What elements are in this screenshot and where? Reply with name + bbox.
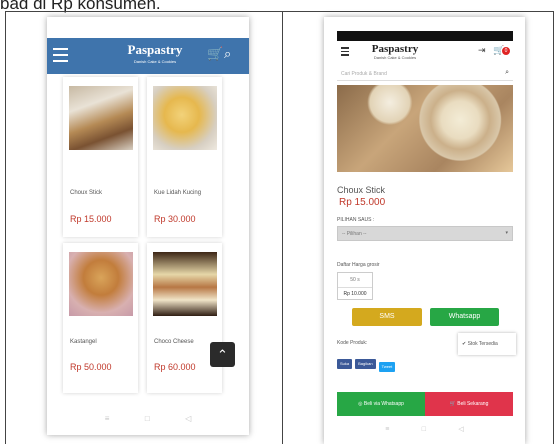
option-select-value: -- Pilihan -- (342, 231, 367, 237)
brand-logo[interactable]: Paspastry Danish Cake & Cookies (125, 42, 185, 64)
brand-name: Paspastry (371, 43, 419, 55)
hamburger-icon[interactable] (341, 47, 349, 58)
product-image[interactable] (153, 252, 217, 316)
option-select[interactable]: -- Pilihan -- ▾ (337, 226, 513, 241)
product-card[interactable]: Choco Cheese Rp 60.000 (147, 243, 222, 393)
wholesale-price-box: 50 s Rp 10.000 (337, 272, 373, 300)
whatsapp-button[interactable]: Whatsapp (430, 308, 499, 326)
scroll-to-top-button[interactable]: ⌃ (210, 342, 235, 367)
buy-via-whatsapp-label: Beli via Whatsapp (363, 401, 404, 407)
brand-tagline: Danish Cake & Cookies (133, 59, 177, 64)
brand-tagline: Danish Cake & Cookies (373, 55, 417, 60)
back-nav-icon[interactable]: ◁ (458, 425, 463, 433)
wholesale-price: Rp 10.000 (338, 287, 372, 297)
product-image[interactable] (69, 86, 133, 150)
menu-nav-icon[interactable]: ≡ (385, 426, 389, 433)
hamburger-icon[interactable] (53, 48, 68, 66)
buy-action-bar: ◎ Beli via Whatsapp 🛒 Beli Sekarang (337, 392, 513, 416)
search-bar[interactable]: Cari Produk & Brand ⌕ (337, 68, 513, 81)
menu-nav-icon[interactable]: ≡ (105, 414, 110, 423)
product-name[interactable]: Kue Lidah Kucing (154, 190, 201, 196)
chevron-down-icon: ▾ (505, 230, 508, 236)
home-nav-icon[interactable]: □ (145, 414, 150, 423)
buy-now-label: Beli Sekarang (457, 401, 489, 407)
product-price: Rp 15.000 (70, 214, 112, 224)
product-card[interactable]: Choux Stick Rp 15.000 (63, 77, 138, 237)
back-nav-icon[interactable]: ◁ (185, 414, 191, 423)
product-price: Rp 50.000 (70, 362, 112, 372)
search-icon[interactable]: ⌕ (224, 46, 231, 62)
android-nav-bar: ≡ □ ◁ (47, 402, 249, 435)
facebook-like-button[interactable]: Suka (337, 359, 353, 369)
product-list-screen: Paspastry Danish Cake & Cookies 🛒 ⌕ Chou… (47, 17, 249, 435)
product-detail-screen: Paspastry Danish Cake & Cookies ⇥ 🛒 0 Ca… (324, 17, 525, 444)
login-icon[interactable]: ⇥ (478, 45, 486, 56)
cart-count-badge: 0 (502, 47, 510, 55)
buy-via-whatsapp-button[interactable]: ◎ Beli via Whatsapp (337, 392, 425, 416)
check-icon: ✔ (462, 341, 467, 347)
option-label: PILIHAN SAUS : (337, 217, 375, 223)
product-code-label: Kode Produk: (337, 340, 368, 346)
search-input[interactable]: Cari Produk & Brand (341, 71, 387, 77)
product-image[interactable] (69, 252, 133, 316)
product-price: Rp 30.000 (154, 214, 196, 224)
product-name[interactable]: Choux Stick (70, 190, 102, 196)
app-header: Paspastry Danish Cake & Cookies 🛒 ⌕ (47, 38, 249, 74)
search-icon[interactable]: ⌕ (505, 69, 509, 77)
stock-status: ✔ Stok Tersedia (458, 333, 516, 355)
home-nav-icon[interactable]: □ (422, 426, 426, 433)
stock-status-text: Stok Tersedia (467, 341, 498, 347)
brand-logo[interactable]: Paspastry Danish Cake & Cookies (365, 43, 425, 60)
product-price: Rp 60.000 (154, 362, 196, 372)
status-bar (337, 31, 513, 41)
product-card[interactable]: Kastangel Rp 50.000 (63, 243, 138, 393)
android-nav-bar: ≡ □ ◁ (324, 419, 525, 439)
cart-icon[interactable]: 🛒 (207, 46, 223, 62)
sms-button[interactable]: SMS (352, 308, 422, 326)
facebook-share-button[interactable]: Bagikan (355, 359, 376, 369)
app-header: Paspastry Danish Cake & Cookies ⇥ 🛒 0 (337, 41, 513, 63)
product-image[interactable] (153, 86, 217, 150)
product-title: Choux Stick (337, 185, 386, 195)
product-image[interactable] (337, 85, 513, 172)
product-price: Rp 15.000 (339, 197, 386, 208)
tweet-button[interactable]: Tweet (378, 362, 396, 372)
wholesale-qty: 50 s (350, 277, 360, 283)
buy-now-button[interactable]: 🛒 Beli Sekarang (425, 392, 513, 416)
product-card[interactable]: Kue Lidah Kucing Rp 30.000 (147, 77, 222, 237)
brand-name: Paspastry (127, 42, 183, 57)
wholesale-label: Daftar Harga grosir (337, 262, 380, 268)
product-name[interactable]: Choco Cheese (154, 339, 194, 345)
product-name[interactable]: Kastangel (70, 339, 97, 345)
share-buttons: Suka Bagikan Tweet (337, 359, 396, 372)
table-divider (282, 11, 283, 444)
